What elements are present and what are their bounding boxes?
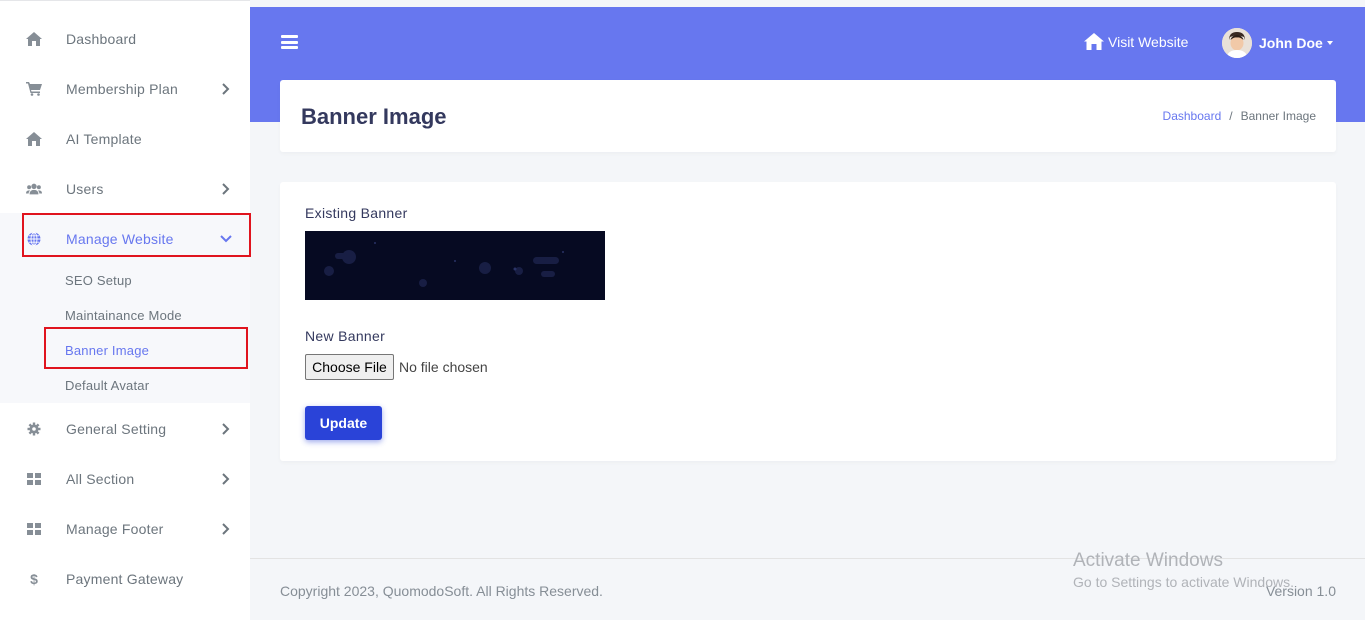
- sidebar-item-label: General Setting: [66, 421, 167, 437]
- update-button[interactable]: Update: [305, 406, 382, 440]
- grid-icon: [26, 521, 42, 537]
- sidebar-item-label: Manage Footer: [66, 521, 164, 537]
- sidebar-item-users[interactable]: Users: [0, 164, 250, 214]
- grid-icon: [26, 471, 42, 487]
- sidebar-item-label: Membership Plan: [66, 81, 178, 97]
- chevron-right-icon: [222, 473, 230, 485]
- caret-down-icon: [1326, 41, 1333, 45]
- visit-website-link[interactable]: Visit Website: [1084, 33, 1188, 50]
- section-header: Banner Image Dashboard / Banner Image: [280, 80, 1336, 152]
- chevron-right-icon: [222, 83, 230, 95]
- choose-file-button[interactable]: Choose File: [305, 354, 394, 380]
- user-dropdown[interactable]: John Doe: [1222, 28, 1333, 58]
- home-icon: [26, 131, 42, 147]
- sidebar-item-general-setting[interactable]: General Setting: [0, 404, 250, 454]
- sidebar-item-membership-plan[interactable]: Membership Plan: [0, 64, 250, 114]
- sidebar-item-payment-gateway[interactable]: $ Payment Gateway: [0, 554, 250, 604]
- submenu-item-maintainance-mode[interactable]: Maintainance Mode: [65, 308, 182, 323]
- submenu-item-seo-setup[interactable]: SEO Setup: [65, 273, 132, 288]
- chevron-right-icon: [222, 423, 230, 435]
- sidebar-item-label: Payment Gateway: [66, 571, 184, 587]
- breadcrumb: Dashboard / Banner Image: [1163, 109, 1316, 123]
- dollar-icon: $: [30, 571, 38, 587]
- sidebar-item-manage-footer[interactable]: Manage Footer: [0, 504, 250, 554]
- avatar: [1222, 28, 1252, 58]
- highlight-box: [22, 213, 251, 257]
- banner-form-card: Existing Banner New Banner Choose File N…: [280, 182, 1336, 461]
- sidebar: Dashboard Membership Plan AI Template Us…: [0, 0, 250, 620]
- sidebar-item-label: Users: [66, 181, 104, 197]
- breadcrumb-separator: /: [1229, 109, 1233, 123]
- file-input[interactable]: Choose File No file chosen: [305, 354, 488, 380]
- sidebar-item-label: AI Template: [66, 131, 142, 147]
- gear-icon: [26, 421, 42, 437]
- existing-banner-image: [305, 231, 605, 300]
- sidebar-item-label: Dashboard: [66, 31, 137, 47]
- breadcrumb-current: Banner Image: [1240, 109, 1316, 123]
- highlight-box: [44, 327, 248, 369]
- sidebar-item-label: All Section: [66, 471, 135, 487]
- sidebar-item-all-section[interactable]: All Section: [0, 454, 250, 504]
- watermark-title: Activate Windows: [1073, 550, 1223, 571]
- page-title: Banner Image: [301, 104, 447, 129]
- chevron-right-icon: [222, 183, 230, 195]
- no-file-text: No file chosen: [399, 359, 488, 375]
- sidebar-item-dashboard[interactable]: Dashboard: [0, 14, 250, 64]
- breadcrumb-dashboard-link[interactable]: Dashboard: [1163, 109, 1222, 123]
- visit-website-label: Visit Website: [1108, 33, 1189, 50]
- copyright-text: Copyright 2023, QuomodoSoft. All Rights …: [280, 583, 603, 599]
- existing-banner-label: Existing Banner: [305, 205, 408, 221]
- activate-windows-watermark: Activate Windows Go to Settings to activ…: [1073, 550, 1294, 590]
- chevron-right-icon: [222, 523, 230, 535]
- user-name: John Doe: [1259, 35, 1323, 51]
- watermark-subtitle: Go to Settings to activate Windows.: [1073, 574, 1294, 590]
- cart-icon: [26, 81, 42, 97]
- users-icon: [26, 181, 42, 197]
- submenu-item-default-avatar[interactable]: Default Avatar: [65, 378, 149, 393]
- new-banner-label: New Banner: [305, 328, 386, 344]
- home-icon: [1084, 33, 1104, 50]
- home-icon: [26, 31, 42, 47]
- sidebar-item-ai-template[interactable]: AI Template: [0, 114, 250, 164]
- menu-toggle-icon[interactable]: [281, 35, 298, 49]
